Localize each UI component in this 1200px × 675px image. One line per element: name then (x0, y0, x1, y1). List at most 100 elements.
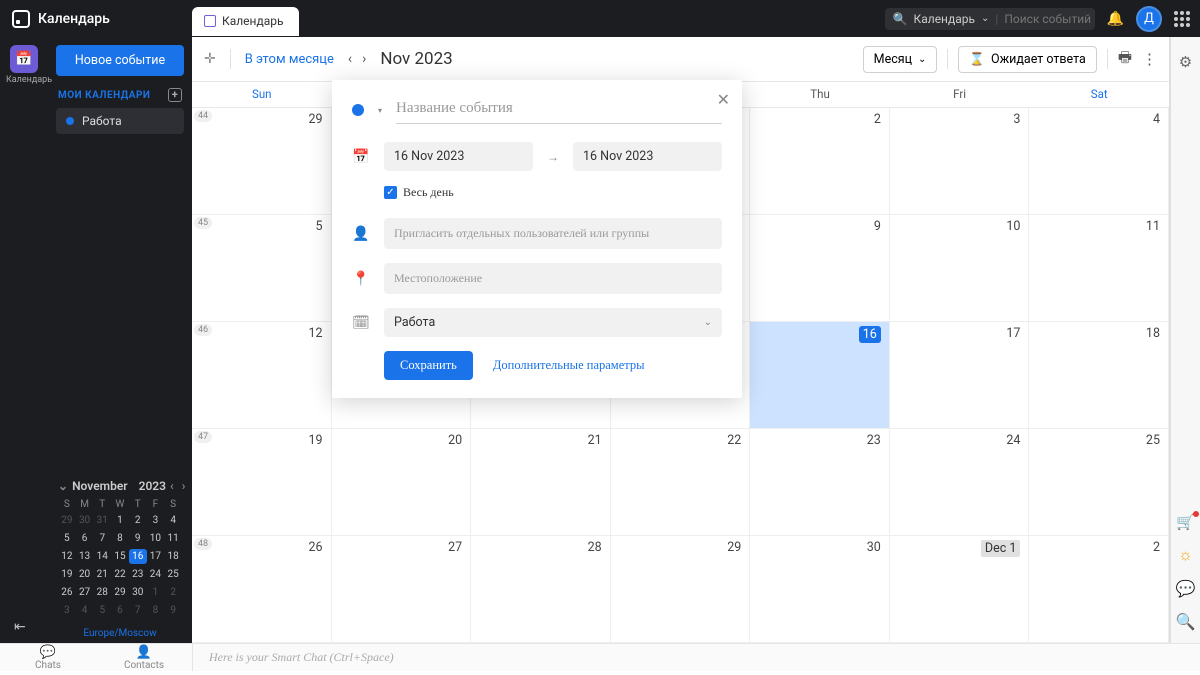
mini-day[interactable]: 6 (111, 603, 129, 618)
calendar-day[interactable]: 28 (471, 536, 611, 643)
mini-day[interactable]: 19 (58, 567, 76, 582)
mini-day[interactable]: 29 (58, 513, 76, 528)
calendar-day[interactable]: 22 (611, 429, 751, 536)
mini-day[interactable]: 9 (129, 531, 147, 546)
mini-day[interactable]: 2 (129, 513, 147, 528)
mini-next[interactable]: › (182, 479, 186, 493)
mini-day[interactable]: 5 (93, 603, 111, 618)
mini-day[interactable]: 27 (76, 585, 94, 600)
smart-chat-hint[interactable]: Here is your Smart Chat (Ctrl+Space) (192, 644, 1200, 671)
mini-day[interactable]: 20 (76, 567, 94, 582)
mini-day[interactable]: 28 (93, 585, 111, 600)
mini-prev[interactable]: ‹ (170, 479, 174, 493)
chat-icon[interactable]: 💬 (1176, 579, 1196, 598)
add-icon[interactable]: ✛ (204, 51, 216, 67)
calendar-day[interactable]: 11 (1029, 215, 1169, 322)
prev-month[interactable]: ‹ (348, 51, 352, 67)
mini-day[interactable]: 8 (111, 531, 129, 546)
mini-day[interactable]: 18 (164, 549, 182, 564)
calendar-select[interactable]: Работа ⌄ (384, 308, 722, 337)
calendar-day[interactable]: 2 (750, 108, 890, 215)
mini-day[interactable]: 29 (111, 585, 129, 600)
next-month[interactable]: › (362, 51, 366, 67)
mini-day[interactable]: 13 (76, 549, 94, 564)
chats-tab[interactable]: 💬 Chats (0, 641, 96, 675)
mini-day[interactable]: 15 (111, 549, 129, 564)
mini-day[interactable]: 30 (76, 513, 94, 528)
mini-day[interactable]: 7 (129, 603, 147, 618)
new-event-button[interactable]: Новое событие (56, 45, 184, 76)
more-icon[interactable]: ⋮ (1142, 50, 1157, 68)
mini-day[interactable]: 4 (164, 513, 182, 528)
mini-day[interactable]: 24 (147, 567, 165, 582)
date-to-field[interactable]: 16 Nov 2023 (573, 142, 722, 171)
calendar-day[interactable]: 29 (192, 108, 332, 215)
view-select[interactable]: Месяц ⌄ (863, 46, 938, 73)
calendar-day[interactable]: 27 (332, 536, 472, 643)
close-icon[interactable]: ✕ (717, 90, 730, 109)
calendar-day[interactable]: 2 (1029, 536, 1169, 643)
calendar-day[interactable]: 25 (1029, 429, 1169, 536)
event-title-input[interactable] (396, 96, 722, 124)
calendar-day[interactable]: Dec 1 (890, 536, 1030, 643)
date-from-field[interactable]: 16 Nov 2023 (384, 142, 533, 171)
calendar-day[interactable]: 17 (890, 322, 1030, 429)
mini-day[interactable]: 16 (129, 549, 147, 564)
calendar-day[interactable]: 20 (332, 429, 472, 536)
chevron-down-icon[interactable]: ⌄ (58, 479, 68, 493)
mini-day[interactable]: 7 (93, 531, 111, 546)
mini-day[interactable]: 31 (93, 513, 111, 528)
mini-day[interactable]: 4 (76, 603, 94, 618)
calendar-day[interactable]: 30 (750, 536, 890, 643)
mini-day[interactable]: 8 (147, 603, 165, 618)
calendar-day[interactable]: 18 (1029, 322, 1169, 429)
bell-icon[interactable]: 🔔 (1107, 11, 1124, 27)
mini-day[interactable]: 12 (58, 549, 76, 564)
location-field[interactable]: Местоположение (384, 263, 722, 294)
mini-day[interactable]: 2 (164, 585, 182, 600)
gear-icon[interactable]: ⚙ (1179, 53, 1192, 71)
rail-calendar[interactable]: 📅 Календарь (6, 45, 42, 85)
mini-day[interactable]: 1 (111, 513, 129, 528)
mini-day[interactable]: 5 (58, 531, 76, 546)
mini-day[interactable]: 25 (164, 567, 182, 582)
calendar-day[interactable]: 12 (192, 322, 332, 429)
event-color-dot[interactable] (352, 104, 364, 116)
mini-day[interactable]: 6 (76, 531, 94, 546)
apps-icon[interactable] (1174, 11, 1190, 27)
calendar-day[interactable]: 4 (1029, 108, 1169, 215)
mini-day[interactable]: 22 (111, 567, 129, 582)
pending-responses[interactable]: ⌛ Ожидает ответа (958, 46, 1096, 73)
avatar[interactable]: Д (1136, 6, 1162, 32)
search-box[interactable]: 🔍 Календарь ⌄ | (885, 8, 1095, 30)
mini-day[interactable]: 10 (147, 531, 165, 546)
search-scope[interactable]: Календарь (914, 12, 975, 26)
mini-day[interactable]: 1 (147, 585, 165, 600)
mini-day[interactable]: 3 (58, 603, 76, 618)
tab-calendar[interactable]: Календарь (192, 7, 299, 36)
calendar-day[interactable]: 9 (750, 215, 890, 322)
mini-day[interactable]: 26 (58, 585, 76, 600)
calendar-day[interactable]: 5 (192, 215, 332, 322)
more-options-link[interactable]: Дополнительные параметры (493, 358, 645, 373)
invite-field[interactable]: Пригласить отдельных пользователей или г… (384, 218, 722, 249)
all-day-checkbox[interactable]: ✓ (384, 186, 397, 199)
calendar-day[interactable]: 23 (750, 429, 890, 536)
collapse-icon[interactable]: ⇤ (14, 619, 26, 635)
mini-day[interactable]: 14 (93, 549, 111, 564)
add-calendar-button[interactable]: + (168, 88, 182, 102)
mini-day[interactable]: 11 (164, 531, 182, 546)
calendar-day[interactable]: 10 (890, 215, 1030, 322)
calendar-item-work[interactable]: Работа (56, 108, 184, 134)
calendar-day[interactable]: 29 (611, 536, 751, 643)
calendar-day[interactable]: 24 (890, 429, 1030, 536)
save-button[interactable]: Сохранить (384, 351, 473, 380)
cart-icon[interactable]: 🛒 (1176, 513, 1195, 531)
calendar-day[interactable]: 26 (192, 536, 332, 643)
calendar-day[interactable]: 16 (750, 322, 890, 429)
mini-day[interactable]: 30 (129, 585, 147, 600)
mini-day[interactable]: 9 (164, 603, 182, 618)
mini-day[interactable]: 23 (129, 567, 147, 582)
search-icon[interactable]: 🔍 (1176, 612, 1196, 631)
mini-day[interactable]: 17 (147, 549, 165, 564)
